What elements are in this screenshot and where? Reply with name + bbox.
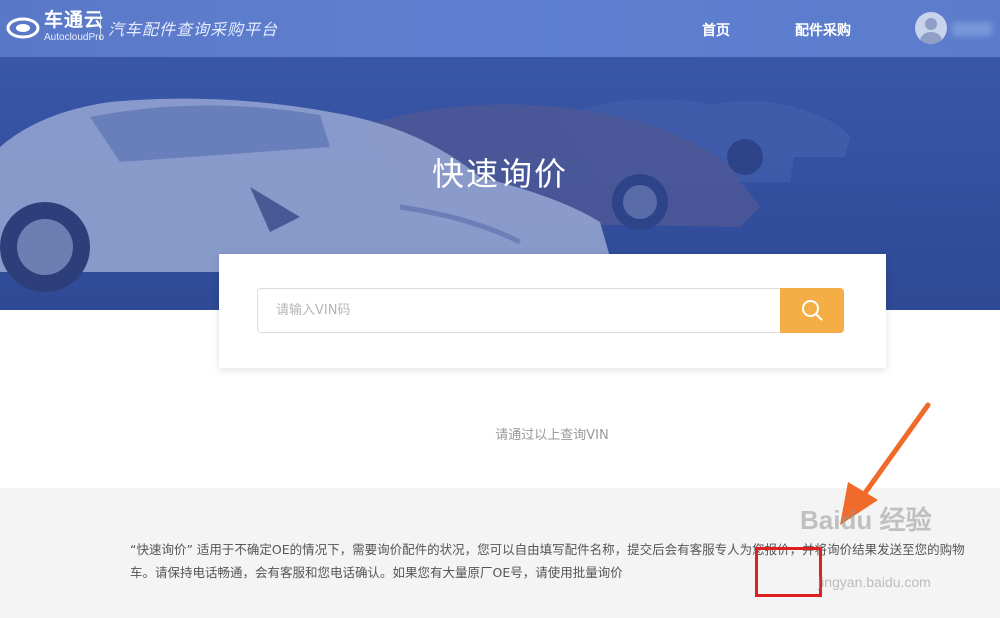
logo-subname: AutocloudPro <box>44 32 105 43</box>
annotation-highlight-box <box>755 547 822 597</box>
vin-search-input[interactable] <box>257 288 781 333</box>
nav-parts-purchase[interactable]: 配件采购 <box>795 20 851 40</box>
batch-inquiry-link[interactable]: 批量询价 <box>573 565 623 580</box>
baidu-watermark-url: jingyan.baidu.com <box>818 574 931 590</box>
logo-name: 车通云 <box>44 9 105 31</box>
nav-home[interactable]: 首页 <box>702 20 730 40</box>
slogan-divider <box>100 14 101 40</box>
baidu-watermark: Baidu 经验 <box>800 505 932 535</box>
username-redacted[interactable] <box>952 22 992 36</box>
top-header: 车通云 AutocloudPro 汽车配件查询采购平台 首页 配件采购 <box>0 0 1000 57</box>
search-icon <box>802 300 823 321</box>
user-avatar-icon[interactable] <box>915 12 947 44</box>
logo[interactable]: 车通云 AutocloudPro <box>6 10 104 44</box>
vin-search-card <box>219 254 886 368</box>
hero-title: 快速询价 <box>431 155 568 193</box>
slogan: 汽车配件查询采购平台 <box>108 20 279 39</box>
search-button[interactable] <box>780 288 844 333</box>
logo-cloud-icon <box>6 10 40 44</box>
